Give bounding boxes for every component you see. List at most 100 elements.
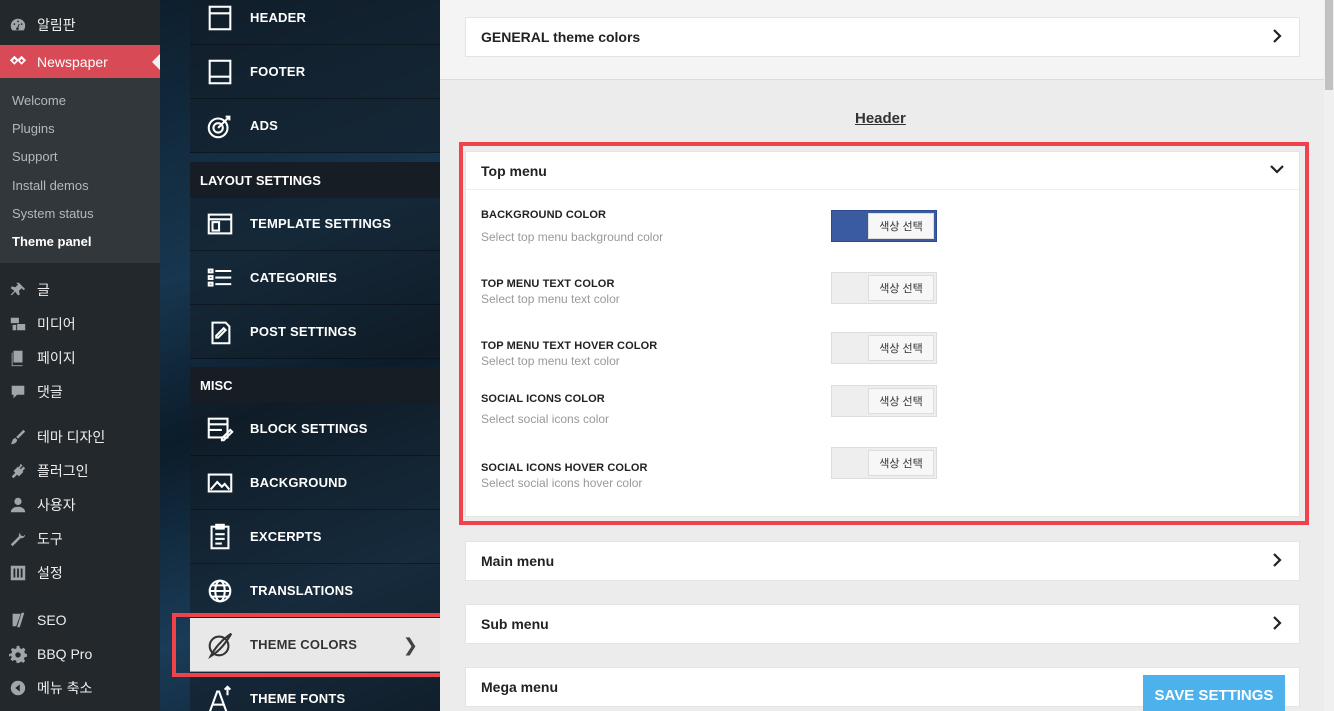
current-menu-arrow (152, 54, 160, 70)
image-icon (190, 468, 250, 498)
chevron-right-icon (1270, 28, 1284, 46)
submenu-system-status[interactable]: System status (12, 206, 94, 221)
nav-excerpts-label: EXCERPTS (250, 529, 322, 544)
panel-general-title: GENERAL theme colors (481, 29, 641, 45)
save-settings-button[interactable]: SAVE SETTINGS (1143, 675, 1285, 711)
theme-panel-nav: HEADER FOOTER ADS LAYOUT SETTINGS TEMPLA… (160, 0, 440, 711)
nav-block-settings[interactable]: BLOCK SETTINGS (190, 402, 440, 456)
panel-sub-menu[interactable]: Sub menu (465, 604, 1300, 644)
menu-pages[interactable]: 페이지 (0, 341, 160, 375)
nav-excerpts[interactable]: EXCERPTS (190, 510, 440, 564)
submenu-support[interactable]: Support (12, 149, 58, 164)
nav-ads-label: ADS (250, 118, 279, 133)
scrollbar-thumb[interactable] (1325, 0, 1333, 90)
user-icon (9, 496, 27, 514)
menu-appearance[interactable]: 테마 디자인 (0, 420, 160, 454)
menu-newspaper[interactable]: Newspaper (0, 45, 160, 79)
panel-main-menu-title: Main menu (481, 553, 555, 569)
panel-sub-menu-title: Sub menu (481, 616, 549, 632)
template-icon (190, 209, 250, 239)
nav-header-label: HEADER (250, 10, 307, 25)
submenu-plugins[interactable]: Plugins (12, 121, 55, 136)
menu-tools-label: 도구 (37, 531, 63, 547)
menu-users[interactable]: 사용자 (0, 488, 160, 522)
chevron-right-icon (1270, 615, 1284, 633)
highlight-theme-colors (172, 613, 457, 677)
menu-bbq-pro[interactable]: BBQ Pro (0, 637, 160, 671)
menu-dashboard[interactable]: 알림판 (0, 8, 160, 42)
clipboard-icon (190, 522, 250, 552)
scrollbar[interactable] (1324, 0, 1334, 711)
panel-general-colors[interactable]: GENERAL theme colors (465, 17, 1300, 57)
submenu-welcome[interactable]: Welcome (12, 93, 66, 108)
menu-settings-label: 설정 (37, 565, 63, 581)
menu-media-label: 미디어 (37, 316, 76, 332)
menu-dashboard-label: 알림판 (37, 17, 76, 33)
footer-layout-icon (190, 57, 250, 87)
wrench-icon (9, 530, 27, 548)
nav-translations[interactable]: TRANSLATIONS (190, 564, 440, 618)
menu-posts-label: 글 (37, 282, 50, 298)
nav-post-settings-label: POST SETTINGS (250, 324, 357, 339)
chevron-right-icon (1270, 552, 1284, 570)
wp-admin-menu: 알림판 Newspaper Welcome Plugins Support In… (0, 0, 160, 711)
menu-posts[interactable]: 글 (0, 273, 160, 307)
nav-header[interactable]: HEADER (190, 0, 440, 45)
dashboard-icon (9, 16, 27, 34)
nav-background[interactable]: BACKGROUND (190, 456, 440, 510)
menu-plugins[interactable]: 플러그인 (0, 454, 160, 488)
nav-categories[interactable]: CATEGORIES (190, 251, 440, 305)
submenu-theme-panel[interactable]: Theme panel (12, 234, 91, 249)
nav-template-settings[interactable]: TEMPLATE SETTINGS (190, 197, 440, 251)
menu-appearance-label: 테마 디자인 (37, 429, 106, 445)
pages-icon (9, 349, 27, 367)
header-layout-icon (190, 3, 250, 33)
menu-newspaper-label: Newspaper (37, 54, 108, 70)
nav-theme-fonts[interactable]: THEME FONTS (190, 672, 440, 711)
menu-collapse-label: 메뉴 축소 (37, 680, 93, 696)
font-icon (190, 684, 250, 711)
nav-footer-label: FOOTER (250, 64, 306, 79)
menu-seo-label: SEO (37, 612, 67, 628)
nav-translations-label: TRANSLATIONS (250, 583, 354, 598)
menu-plugins-label: 플러그인 (37, 463, 89, 479)
nav-ads[interactable]: ADS (190, 99, 440, 153)
media-icon (9, 315, 27, 333)
nav-background-label: BACKGROUND (250, 475, 348, 490)
nav-block-settings-label: BLOCK SETTINGS (250, 421, 368, 436)
menu-pages-label: 페이지 (37, 350, 76, 366)
panel-mega-menu-title: Mega menu (481, 679, 559, 695)
plugin-icon (9, 462, 27, 480)
submenu-install-demos[interactable]: Install demos (12, 178, 89, 193)
comment-icon (9, 383, 27, 401)
menu-media[interactable]: 미디어 (0, 307, 160, 341)
menu-seo[interactable]: SEO (0, 603, 160, 637)
target-icon (190, 111, 250, 141)
paintbrush-icon (9, 428, 27, 446)
nav-template-settings-label: TEMPLATE SETTINGS (250, 216, 392, 231)
settings-sliders-icon (9, 564, 27, 582)
newspaper-submenu: Welcome Plugins Support Install demos Sy… (0, 78, 160, 263)
collapse-arrow-icon (9, 679, 27, 697)
nav-categories-label: CATEGORIES (250, 270, 337, 285)
nav-footer[interactable]: FOOTER (190, 45, 440, 99)
nav-theme-fonts-label: THEME FONTS (250, 691, 346, 706)
nav-section-misc: MISC (190, 367, 440, 403)
gear-icon (9, 645, 27, 663)
menu-comments[interactable]: 댓글 (0, 375, 160, 409)
block-edit-icon (190, 414, 250, 444)
section-title: Header (855, 110, 906, 127)
highlight-top-menu (459, 142, 1309, 525)
menu-tools[interactable]: 도구 (0, 522, 160, 556)
yoast-icon (9, 611, 27, 629)
menu-settings[interactable]: 설정 (0, 556, 160, 590)
nav-post-settings[interactable]: POST SETTINGS (190, 305, 440, 359)
newspaper-logo-icon (9, 53, 27, 71)
pushpin-icon (9, 281, 27, 299)
menu-bbq-pro-label: BBQ Pro (37, 646, 93, 662)
menu-collapse[interactable]: 메뉴 축소 (0, 671, 160, 705)
nav-section-layout: LAYOUT SETTINGS (190, 162, 440, 198)
panel-main-menu[interactable]: Main menu (465, 541, 1300, 581)
menu-comments-label: 댓글 (37, 384, 63, 400)
globe-icon (190, 576, 250, 606)
